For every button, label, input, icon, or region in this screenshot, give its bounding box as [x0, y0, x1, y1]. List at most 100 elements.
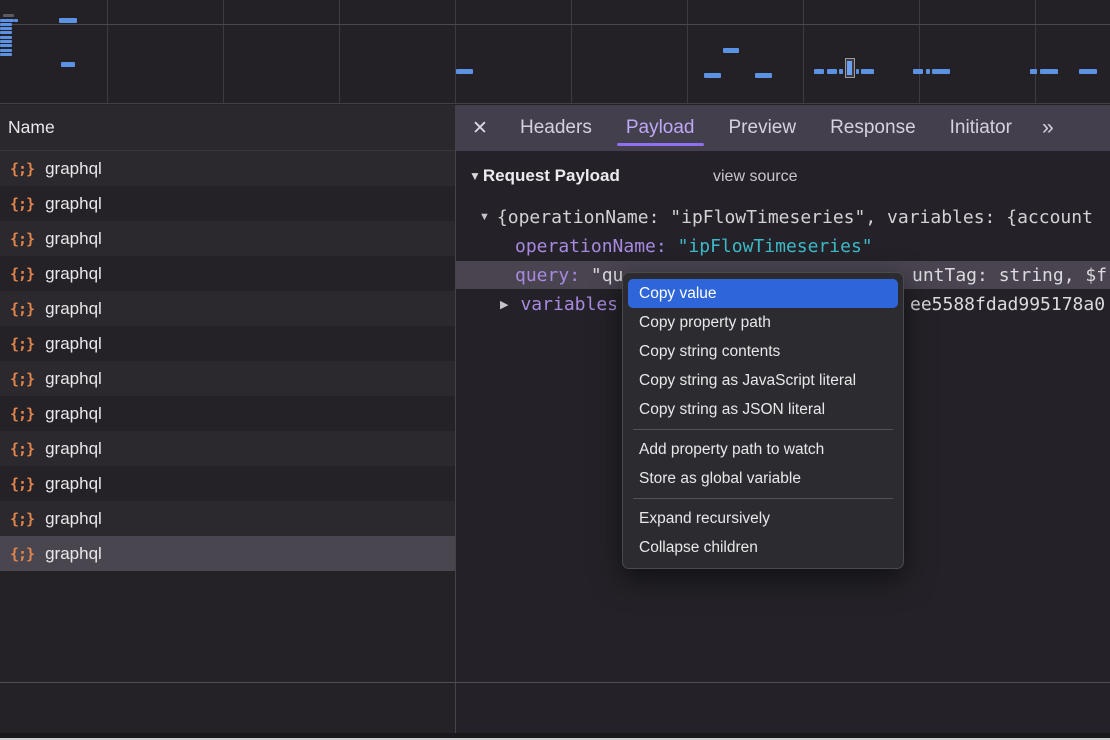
- json-icon: {;}: [10, 440, 34, 458]
- request-name: graphql: [45, 369, 102, 389]
- property-key: query: [515, 265, 569, 286]
- name-column-header[interactable]: Name: [0, 105, 455, 151]
- close-icon[interactable]: ✕: [472, 117, 502, 140]
- menu-item-collapse-children[interactable]: Collapse children: [623, 533, 903, 562]
- request-name: graphql: [45, 404, 102, 424]
- request-name: graphql: [45, 194, 102, 214]
- request-row[interactable]: {;} graphql: [0, 186, 455, 221]
- request-bar: [61, 62, 75, 67]
- devtools-network-panel: Name {;} graphql {;} graphql {;} graphql {;} gr…: [0, 0, 1110, 740]
- json-icon: {;}: [10, 335, 34, 353]
- request-bar: [1030, 69, 1037, 74]
- json-icon: {;}: [10, 475, 34, 493]
- section-title: Request Payload: [483, 166, 620, 186]
- tab-headers[interactable]: Headers: [520, 105, 592, 151]
- request-bar: [14, 19, 18, 22]
- menu-separator: [633, 498, 893, 499]
- request-name: graphql: [45, 264, 102, 284]
- json-icon: {;}: [10, 405, 34, 423]
- request-name: graphql: [45, 299, 102, 319]
- detail-tabs: Headers Payload Preview Response Initiator: [520, 105, 1012, 151]
- menu-item-copy-string-as-json-literal[interactable]: Copy string as JSON literal: [623, 395, 903, 424]
- json-icon: {;}: [10, 230, 34, 248]
- request-row[interactable]: {;} graphql: [0, 396, 455, 431]
- request-bar: [861, 69, 874, 74]
- request-row[interactable]: {;}graphql: [0, 431, 455, 466]
- more-tabs-icon[interactable]: »: [1042, 116, 1052, 140]
- request-bar: [59, 18, 77, 23]
- tab-payload[interactable]: Payload: [626, 105, 695, 151]
- request-bar: [0, 23, 12, 26]
- property-value-end: untTag: string, $f: [912, 261, 1107, 289]
- tab-initiator[interactable]: Initiator: [950, 105, 1012, 151]
- timeline-gridline: [339, 0, 340, 103]
- request-bar: [1040, 69, 1058, 74]
- network-overview-timeline[interactable]: [0, 0, 1110, 104]
- timeline-gridline: [455, 0, 456, 103]
- request-bar: [0, 36, 12, 39]
- request-row[interactable]: {;} graphql: [0, 326, 455, 361]
- request-name: graphql: [45, 544, 102, 564]
- json-icon: {;}: [10, 545, 34, 563]
- request-bar: [1079, 69, 1097, 74]
- requests-panel: Name {;} graphql {;} graphql {;} graphql {;} gr…: [0, 105, 455, 740]
- name-column-label: Name: [8, 117, 55, 138]
- request-row[interactable]: {;} graphql: [0, 221, 455, 256]
- menu-item-copy-value[interactable]: Copy value: [628, 279, 898, 308]
- view-source-link[interactable]: view source: [713, 168, 797, 186]
- json-icon: {;}: [10, 265, 34, 283]
- footer-divider: [0, 682, 1110, 683]
- timeline-gridline: [919, 0, 920, 103]
- property-key: variables: [520, 294, 618, 315]
- request-row[interactable]: {;} graphql: [0, 466, 455, 501]
- request-bar: [814, 69, 824, 74]
- json-icon: {;}: [10, 300, 34, 318]
- request-row[interactable]: {;} graphql: [0, 361, 455, 396]
- request-name: graphql: [45, 334, 102, 354]
- request-row[interactable]: {;}graphql: [0, 151, 455, 186]
- request-name: graphql: [45, 229, 102, 249]
- property-value-end: ee5588fdad995178a0: [910, 290, 1105, 318]
- request-row[interactable]: {;}graphql: [0, 501, 455, 536]
- json-icon: {;}: [10, 160, 34, 178]
- detail-tab-bar: ✕ Headers Payload Preview Response Initiator…: [456, 105, 1110, 151]
- context-menu: Copy valueCopy property pathCopy string …: [622, 272, 904, 569]
- menu-item-copy-string-contents[interactable]: Copy string contents: [623, 337, 903, 366]
- pending-request-bar: [3, 14, 14, 17]
- request-name: graphql: [45, 474, 102, 494]
- key-separator: :: [656, 236, 678, 257]
- expander-closed-icon[interactable]: ▶: [500, 298, 508, 311]
- json-icon: {;}: [10, 370, 34, 388]
- request-bar: [456, 69, 473, 74]
- request-bar: [856, 69, 859, 74]
- menu-item-expand-recursively[interactable]: Expand recursively: [623, 504, 903, 533]
- request-bar: [827, 69, 837, 74]
- payload-root-row[interactable]: ▼ {operationName: "ipFlowTimeseries", va…: [456, 203, 1110, 231]
- request-payload-section-header[interactable]: ▼ Request Payload: [469, 166, 620, 186]
- request-row[interactable]: {;} graphql: [0, 536, 455, 571]
- json-icon: {;}: [10, 195, 34, 213]
- json-icon: {;}: [10, 510, 34, 528]
- timeline-gridline: [107, 0, 108, 103]
- request-row[interactable]: {;} graphql: [0, 256, 455, 291]
- menu-item-copy-string-as-javascript-literal[interactable]: Copy string as JavaScript literal: [623, 366, 903, 395]
- timeline-gridline: [803, 0, 804, 103]
- section-expander-icon: ▼: [469, 169, 481, 183]
- tab-preview[interactable]: Preview: [729, 105, 797, 151]
- request-row[interactable]: {;} graphql: [0, 291, 455, 326]
- request-bar: [0, 40, 12, 43]
- menu-item-store-as-global-variable[interactable]: Store as global variable: [623, 464, 903, 493]
- timeline-gridline: [223, 0, 224, 103]
- request-bar: [0, 49, 12, 52]
- menu-item-add-property-path-to-watch[interactable]: Add property path to watch: [623, 435, 903, 464]
- timeline-gridline: [1035, 0, 1036, 103]
- menu-item-copy-property-path[interactable]: Copy property path: [623, 308, 903, 337]
- tab-response[interactable]: Response: [830, 105, 916, 151]
- request-bar: [704, 73, 721, 78]
- timeline-gridline-horizontal: [0, 24, 1110, 25]
- request-bar: [723, 48, 739, 53]
- expander-open-icon[interactable]: ▼: [479, 211, 490, 223]
- payload-row-operationName[interactable]: operationName: "ipFlowTimeseries": [456, 232, 1110, 260]
- key-separator: :: [569, 265, 591, 286]
- timeline-gridline: [687, 0, 688, 103]
